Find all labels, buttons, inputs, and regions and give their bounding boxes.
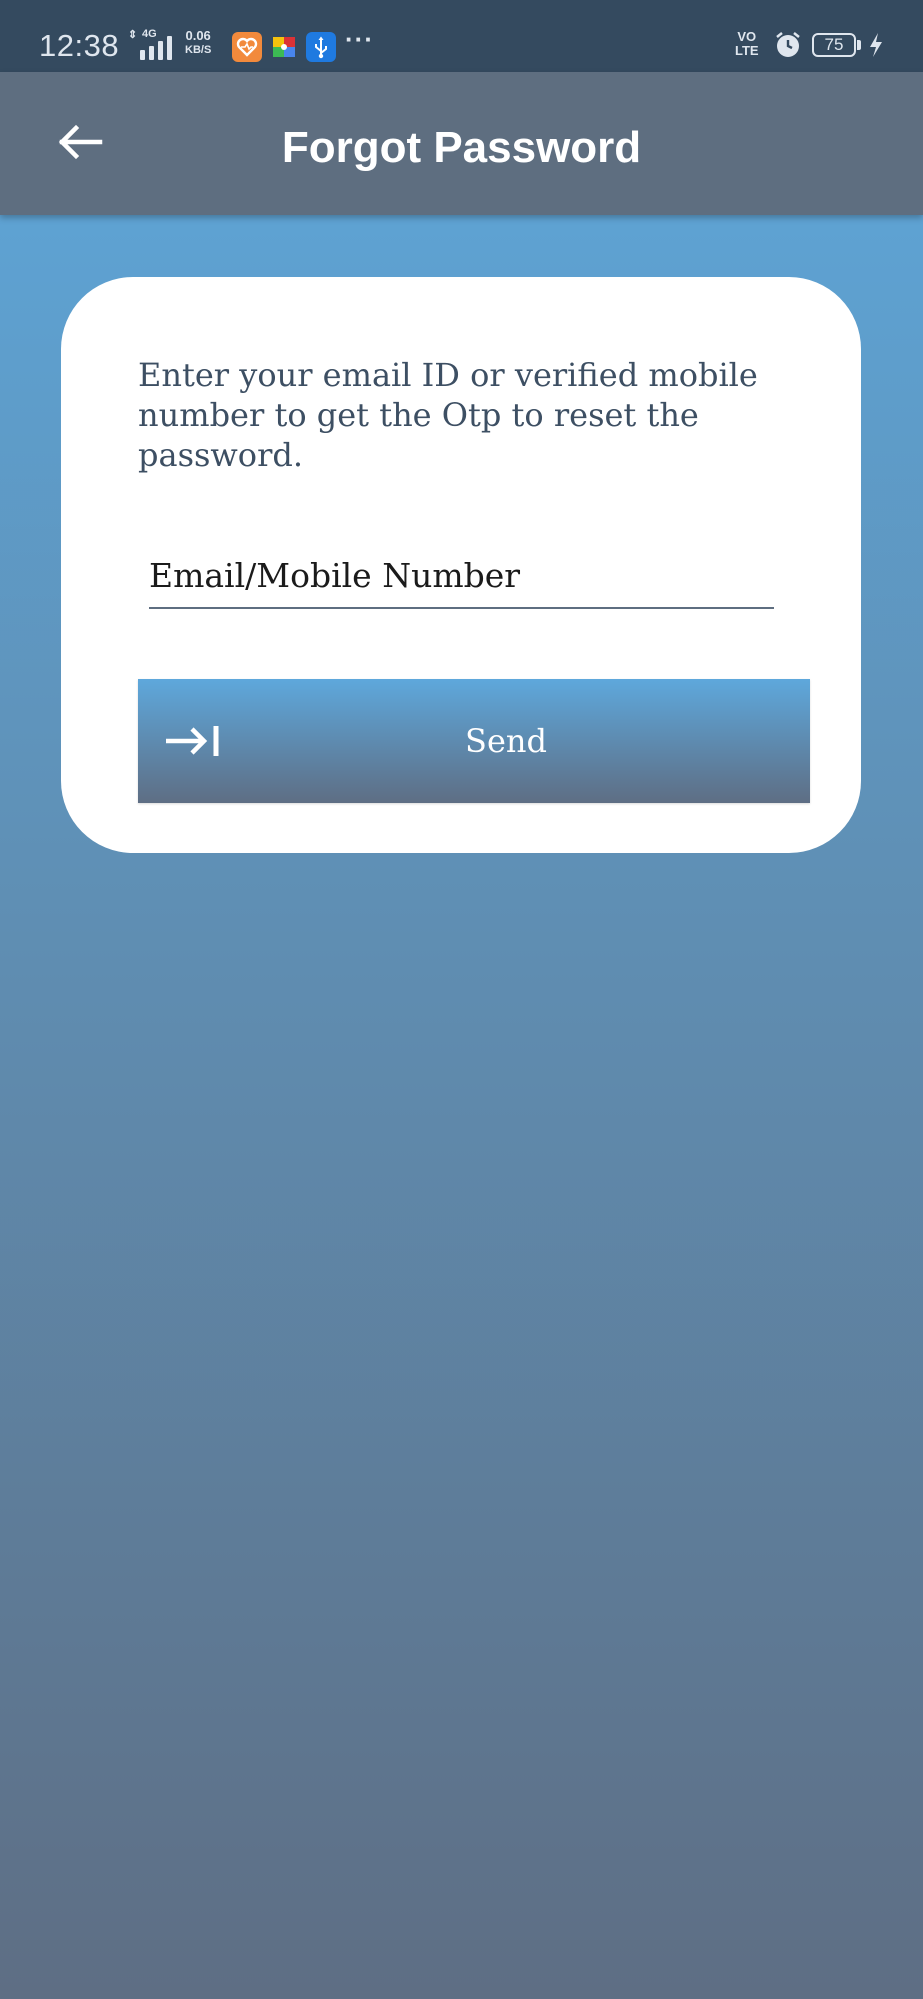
send-label: Send xyxy=(465,722,547,760)
puzzle-app-icon xyxy=(269,32,299,62)
send-button[interactable]: Send xyxy=(138,679,810,803)
volte-bottom: LTE xyxy=(735,43,759,58)
network-type: 4G xyxy=(142,28,157,40)
alarm-icon xyxy=(773,30,803,60)
forgot-password-card: Enter your email ID or verified mobile n… xyxy=(61,277,861,853)
speed-value: 0.06 xyxy=(185,28,211,43)
signal-indicator: ⇕ 4G xyxy=(128,28,178,60)
status-bar: 12:38 ⇕ 4G 0.06 KB/S ··· VO LTE 75 xyxy=(0,0,923,72)
back-button[interactable] xyxy=(38,110,122,174)
page-title: Forgot Password xyxy=(281,123,642,172)
volte-top: VO xyxy=(737,29,757,44)
arrows-updown-icon: ⇕ xyxy=(128,29,138,41)
battery-icon: 75 xyxy=(812,33,856,57)
overflow-dots: ··· xyxy=(345,24,374,54)
health-app-icon xyxy=(232,32,262,62)
email-mobile-input[interactable] xyxy=(149,547,774,603)
charging-bolt-icon xyxy=(868,32,884,58)
email-mobile-field xyxy=(149,547,774,609)
instructions-text: Enter your email ID or verified mobile n… xyxy=(138,356,758,474)
battery-tip xyxy=(857,40,861,50)
speed-unit: KB/S xyxy=(185,44,212,56)
volte-indicator: VO LTE xyxy=(735,30,759,58)
usb-icon xyxy=(306,32,336,62)
battery-level: 75 xyxy=(824,35,844,54)
network-speed: 0.06 KB/S xyxy=(185,29,211,57)
status-time: 12:38 xyxy=(39,28,120,63)
arrow-left-icon xyxy=(58,124,103,160)
app-bar: Forgot Password xyxy=(0,72,923,215)
